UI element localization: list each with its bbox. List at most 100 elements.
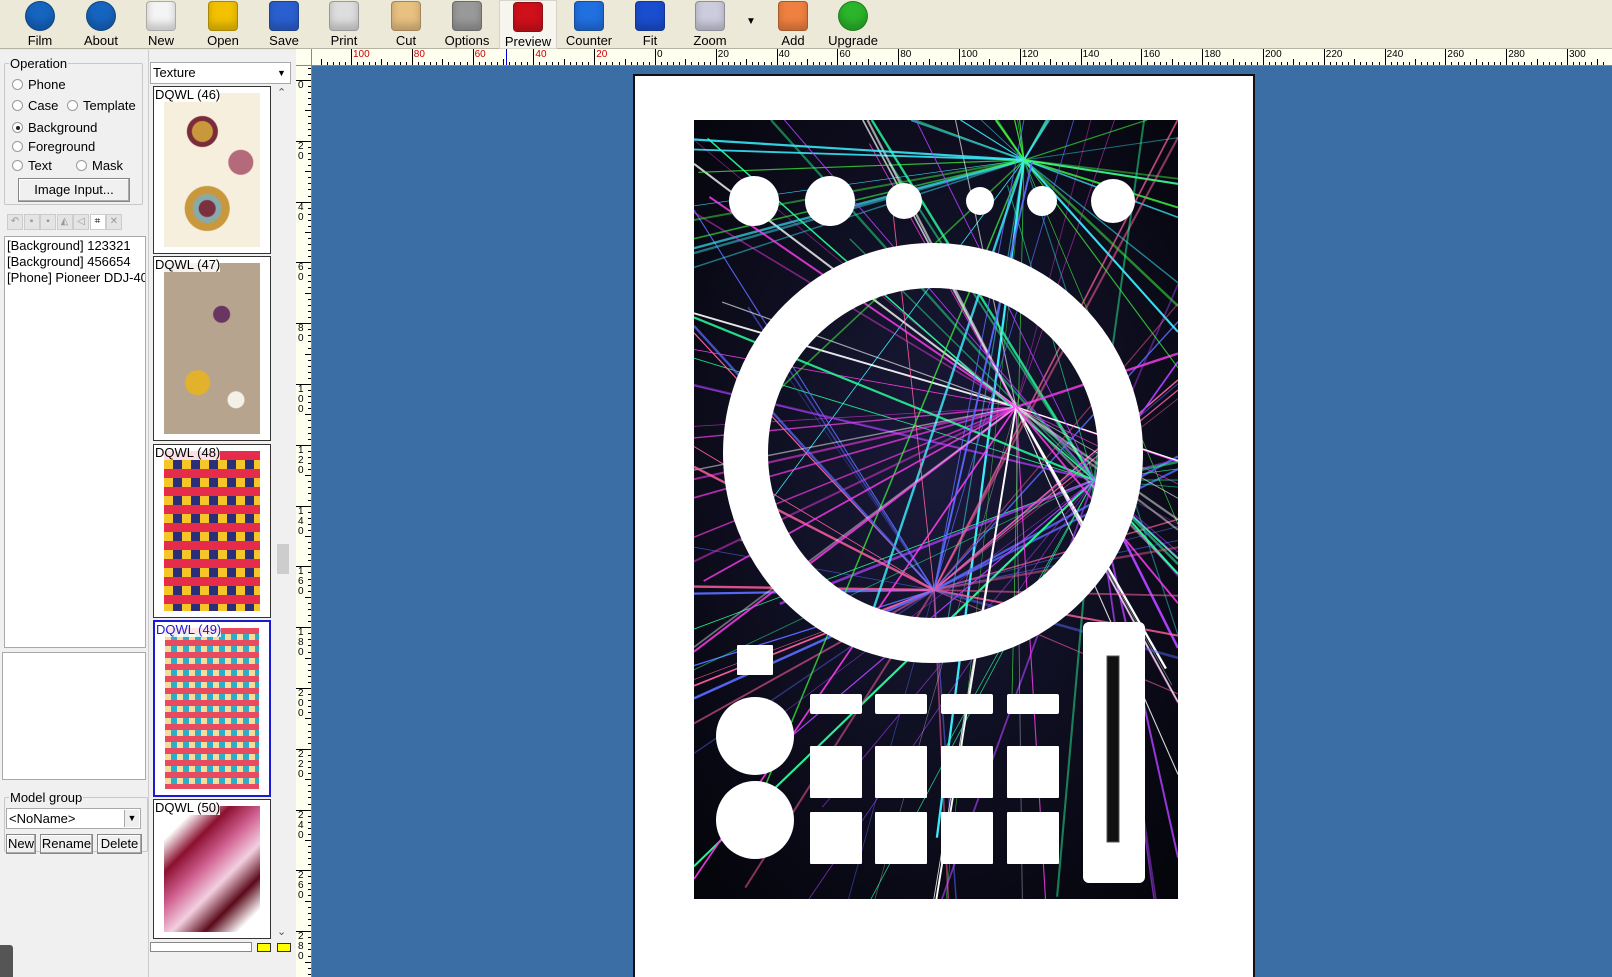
texture-category-select[interactable]: Texture ▼ (150, 62, 291, 84)
flip-vertical-icon[interactable]: ◭ (56, 214, 73, 230)
radio-foreground[interactable]: Foreground (12, 139, 95, 154)
toolbar-upgrade-button[interactable]: Upgrade (824, 0, 882, 49)
ruler-tick (794, 62, 796, 65)
toolbar-open-button[interactable]: Open (194, 0, 252, 49)
radio-indicator[interactable] (12, 79, 23, 90)
ruler-tick (308, 554, 311, 556)
ruler-tick (308, 341, 311, 343)
thumb-scrollbar[interactable]: ⌃ ⌄ (275, 86, 291, 938)
toolbar-cut-button[interactable]: Cut (377, 0, 435, 49)
ruler-tick (1439, 62, 1441, 65)
side-handle[interactable] (0, 945, 13, 977)
model-group-select[interactable]: <NoName> ▼ (6, 808, 141, 829)
radio-mask[interactable]: Mask (76, 158, 123, 173)
texture-thumbnail[interactable]: DQWL (50) (153, 799, 271, 939)
radio-indicator[interactable] (76, 160, 87, 171)
radio-background[interactable]: Background (12, 120, 97, 135)
ruler-tick (448, 62, 450, 65)
next-icon[interactable] (257, 943, 271, 952)
ruler-tick (1305, 62, 1307, 65)
radio-phone[interactable]: Phone (12, 77, 66, 92)
ruler-tick (308, 396, 311, 398)
ruler-tick (308, 542, 311, 544)
toolbar-preview-button[interactable]: Preview (499, 0, 557, 49)
model-new-button[interactable]: New (6, 834, 36, 854)
knob-cutout (966, 187, 994, 215)
ruler-tick (770, 62, 772, 65)
toolbar-film-button[interactable]: Film (11, 0, 69, 49)
ruler-label: 20 (596, 49, 608, 60)
toolbar-options-button[interactable]: Options (438, 0, 496, 49)
radio-indicator[interactable] (12, 100, 23, 111)
toolbar-save-button[interactable]: Save (255, 0, 313, 49)
texture-image (164, 263, 260, 434)
ruler-tick (305, 292, 311, 294)
toolbar-print-button[interactable]: Print (315, 0, 373, 49)
toolbar-about-button[interactable]: About (72, 0, 130, 49)
texture-search-input[interactable] (150, 942, 252, 952)
ruler-tick (308, 463, 311, 465)
ruler-tick (308, 359, 311, 361)
model-group-value: <NoName> (9, 811, 76, 826)
ruler-tick (308, 128, 311, 130)
ruler-tick (308, 73, 311, 75)
layer-item[interactable]: [Background] 123321 (7, 238, 143, 254)
toolbar-new-button[interactable]: New (132, 0, 190, 49)
ruler-tick (308, 602, 311, 604)
ruler-tick (305, 232, 311, 233)
ruler-tick (308, 329, 311, 331)
toolbar-counter-button[interactable]: Counter (560, 0, 618, 49)
radio-indicator[interactable] (12, 122, 23, 133)
ruler-label: 200 (1265, 49, 1282, 60)
ruler-tick (308, 250, 311, 252)
toolbar-add-button[interactable]: Add (764, 0, 822, 49)
texture-label: DQWL (46) (155, 87, 221, 102)
zoom-dropdown-icon[interactable]: ▼ (746, 16, 756, 27)
texture-thumbnail[interactable]: DQWL (46) (153, 86, 271, 254)
layer-list[interactable]: [Background] 123321 [Background] 456654 … (4, 236, 146, 648)
texture-image (164, 806, 260, 932)
bring-forward-icon[interactable]: ▪ (23, 214, 40, 230)
scroll-down-icon[interactable]: ⌄ (277, 925, 286, 938)
scrollbar-thumb[interactable] (277, 544, 289, 574)
layer-item[interactable]: [Background] 456654 (7, 254, 143, 270)
texture-thumbnail[interactable]: DQWL (47) (153, 256, 271, 441)
crop-icon[interactable]: ⌗ (89, 214, 106, 230)
ruler-cursor-marker (506, 49, 507, 65)
radio-text[interactable]: Text (12, 158, 52, 173)
ruler-tick (873, 62, 875, 65)
ruler-tick (1293, 59, 1295, 65)
ruler-tick (959, 49, 960, 65)
toolbar-zoom-button[interactable]: Zoom (681, 0, 739, 49)
texture-thumbnail[interactable]: DQWL (49) (153, 620, 271, 797)
delete-icon[interactable]: ✕ (106, 214, 122, 230)
flip-horizontal-icon[interactable]: ◁ (73, 214, 89, 230)
radio-case[interactable]: Case (12, 98, 58, 113)
ruler-tick (831, 62, 833, 65)
texture-thumbnail[interactable]: DQWL (48) (153, 444, 271, 618)
chevron-down-icon[interactable]: ▼ (124, 810, 139, 827)
radio-template[interactable]: Template (67, 98, 136, 113)
main-toolbar: Film About New Open Save Print Cut Options Previ… (0, 0, 1612, 49)
ruler-tick (1408, 62, 1410, 65)
model-rename-button[interactable]: Rename (40, 834, 93, 854)
layer-item[interactable]: [Phone] Pioneer DDJ-400 (7, 270, 145, 286)
folder-icon[interactable] (277, 943, 291, 952)
model-delete-button[interactable]: Delete (97, 834, 142, 854)
ruler-tick (308, 420, 311, 422)
radio-indicator[interactable] (67, 100, 78, 111)
radio-indicator[interactable] (12, 160, 23, 171)
undo-icon[interactable]: ↶ (7, 214, 23, 230)
dj-controller-skin-preview[interactable] (694, 120, 1178, 899)
toolbar-fit-button[interactable]: Fit (621, 0, 679, 49)
radio-indicator[interactable] (12, 141, 23, 152)
ruler-tick (1597, 59, 1599, 65)
image-input-button[interactable]: Image Input... (18, 178, 130, 202)
send-backward-icon[interactable]: ▪ (40, 214, 56, 230)
ruler-label: 260 (298, 870, 304, 902)
scroll-up-icon[interactable]: ⌃ (277, 86, 286, 99)
radio-label: Case (28, 98, 59, 113)
chevron-down-icon[interactable]: ▼ (274, 64, 289, 82)
design-canvas[interactable] (312, 66, 1612, 977)
ruler-tick (308, 426, 311, 428)
